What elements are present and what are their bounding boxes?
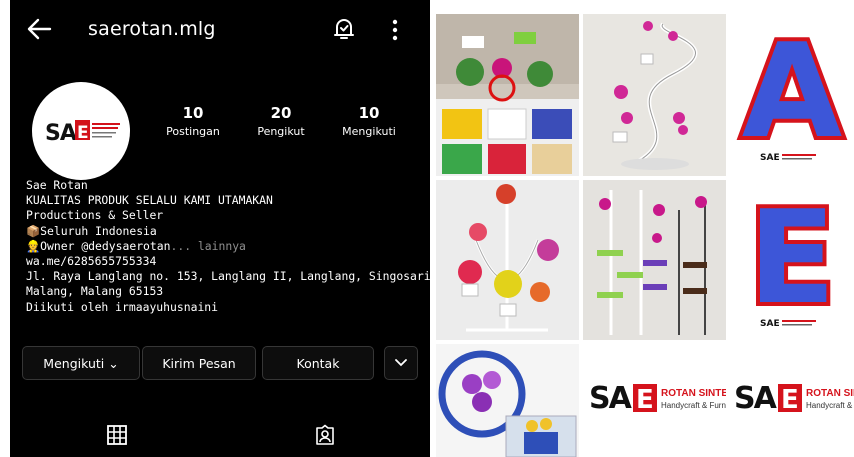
svg-text:SA: SA [45, 121, 77, 146]
stat-followers[interactable]: 20 Pengikut [238, 104, 324, 138]
stat-followers-label: Pengikut [257, 125, 305, 138]
bio-link[interactable]: wa.me/6285655755334 [26, 254, 426, 269]
svg-text:SA: SA [589, 381, 633, 416]
grid-icon[interactable] [106, 424, 128, 446]
suggested-dropdown-button[interactable] [384, 346, 418, 380]
profile-username: saerotan.mlg [88, 18, 216, 40]
stat-following-label: Mengikuti [342, 125, 396, 138]
post-tile-spiral-stand[interactable] [583, 14, 726, 176]
bio-more-link[interactable]: ... lainnya [170, 239, 245, 253]
bio-tagline: KUALITAS PRODUK SELALU KAMI UTAMAKAN [26, 193, 273, 208]
svg-text:Handycraft & Furniture: Handycraft & Furniture [661, 401, 726, 410]
stat-following[interactable]: 10 Mengikuti [326, 104, 412, 138]
arrow-left-icon[interactable] [26, 16, 52, 42]
bio-name: Sae Rotan [26, 178, 88, 192]
post-tile-flower-rack[interactable] [436, 180, 579, 340]
post-photo-spiral-stand [612, 21, 698, 170]
bio-address-2[interactable]: Malang, Malang 65153 [26, 284, 426, 299]
post-photo-flower-rack [458, 184, 559, 332]
svg-text:SAE: SAE [760, 319, 780, 329]
stat-posts-label: Postingan [166, 125, 220, 138]
stat-posts[interactable]: 10 Postingan [150, 104, 236, 138]
post-letter-e-graphic: E SAE [744, 180, 839, 337]
post-tile-letter-a[interactable]: A SAE [730, 14, 854, 176]
posts-grid: A SAE E SAE SA E ROTAN SINTE Handycraft … [436, 14, 854, 457]
post-tile-tiered-stands[interactable] [583, 180, 726, 340]
post-letter-a-graphic: A SAE [738, 14, 847, 171]
svg-text:SAE: SAE [760, 153, 780, 163]
svg-text:Handycraft & Furnitu: Handycraft & Furnitu [806, 401, 854, 410]
post-tile-letter-e[interactable]: E SAE [730, 180, 854, 340]
stat-posts-count: 10 [182, 104, 204, 122]
tagged-person-icon[interactable] [314, 424, 336, 446]
svg-text:E: E [781, 385, 799, 415]
post-photo-plant-shelf [436, 14, 579, 176]
bio-category: Productions & Seller [26, 208, 164, 223]
post-photo-basket [438, 350, 577, 457]
profile-bio: Sae Rotan KUALITAS PRODUK SELALU KAMI UT… [26, 178, 430, 315]
bio-followed-by[interactable]: Diikuti oleh irmaayuhusnaini [26, 300, 426, 315]
post-tile-logo-1[interactable]: SA E ROTAN SINTETIS Handycraft & Furnitu… [583, 344, 726, 457]
svg-text:E: E [636, 385, 654, 415]
message-button[interactable]: Kirim Pesan [142, 346, 256, 380]
svg-text:E: E [748, 184, 835, 333]
post-photo-tiered-stands [597, 190, 707, 335]
contact-button[interactable]: Kontak [262, 346, 374, 380]
chevron-down-icon [395, 359, 407, 367]
kebab-menu-icon[interactable] [390, 18, 400, 42]
bio-area: 📦Seluruh Indonesia [26, 223, 157, 238]
stat-following-count: 10 [358, 104, 380, 122]
notification-bell-icon[interactable] [332, 17, 356, 41]
post-tile-basket[interactable] [436, 344, 579, 457]
post-tile-logo-2[interactable]: SA E ROTAN SINTET Handycraft & Furnitu [730, 344, 854, 457]
post-logo-1-graphic: SA E ROTAN SINTETIS Handycraft & Furnitu… [589, 381, 726, 416]
brand-logo: SA E [44, 118, 120, 146]
svg-text:A: A [742, 15, 843, 167]
top-bar: saerotan.mlg [10, 0, 430, 58]
post-logo-2-graphic: SA E ROTAN SINTET Handycraft & Furnitu [734, 381, 854, 416]
svg-text:E: E [77, 123, 89, 143]
bio-owner[interactable]: 👷Owner @dedysaerotan [26, 239, 170, 253]
bio-owner-line: 👷Owner @dedysaerotan... lainnya [26, 239, 426, 254]
avatar[interactable]: SA E [32, 82, 130, 180]
stat-followers-count: 20 [270, 104, 292, 122]
svg-text:ROTAN SINTETIS: ROTAN SINTETIS [661, 388, 726, 399]
following-button[interactable]: Mengikuti ⌄ [22, 346, 140, 380]
svg-text:ROTAN SINTET: ROTAN SINTET [806, 388, 854, 399]
bio-address-1[interactable]: Jl. Raya Langlang no. 153, Langlang II, … [26, 269, 430, 284]
svg-text:SA: SA [734, 381, 778, 416]
post-tile-plant-shelf[interactable] [436, 14, 579, 176]
profile-screen: saerotan.mlg SA E 10 Postingan 20 Pengik… [10, 0, 430, 457]
